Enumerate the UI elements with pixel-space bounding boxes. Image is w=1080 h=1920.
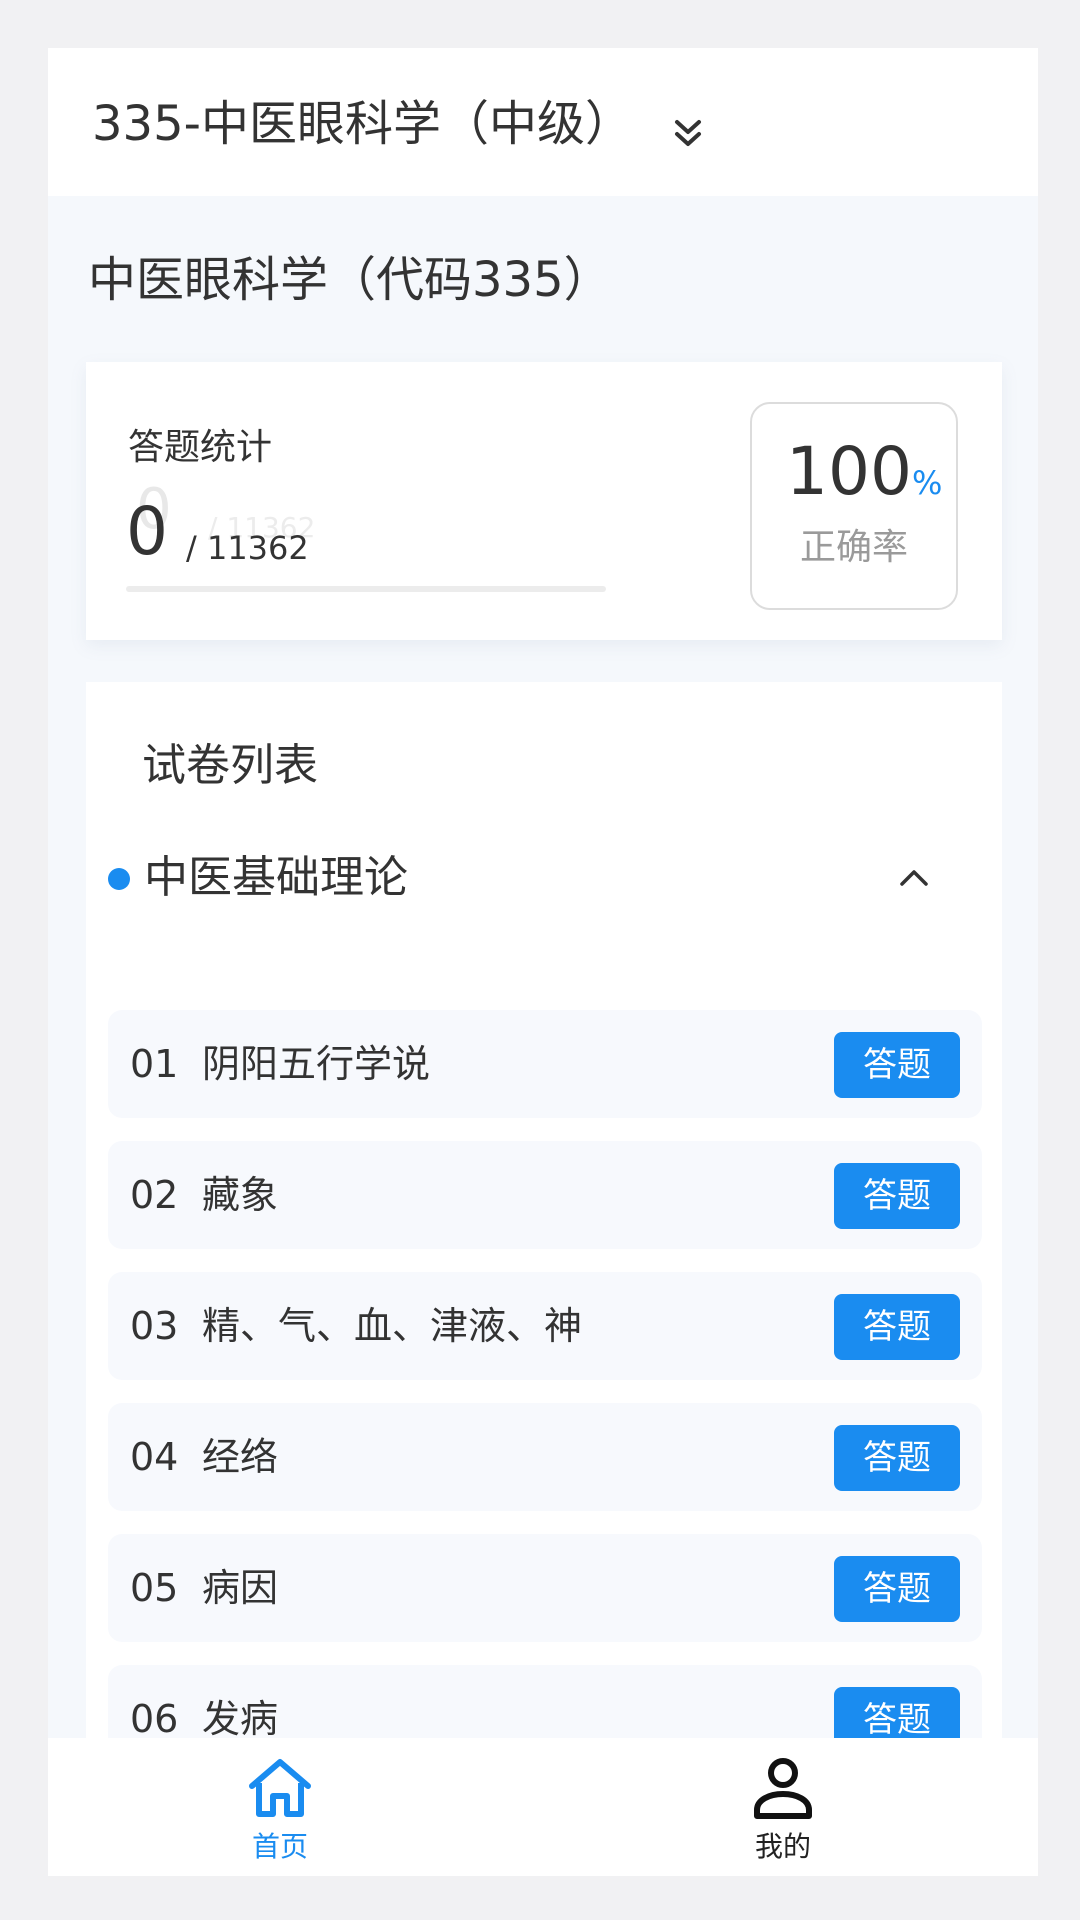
home-icon (249, 1759, 311, 1817)
answer-button[interactable]: 答题 (834, 1032, 960, 1098)
answer-button[interactable]: 答题 (834, 1425, 960, 1491)
paper-list-title: 试卷列表 (142, 740, 318, 791)
answered-count: 0 (126, 493, 168, 570)
subject-title: 中医眼科学（代码335） (88, 252, 612, 308)
progress-bar (126, 586, 606, 592)
answer-button[interactable]: 答题 (834, 1556, 960, 1622)
answer-stats-card: 答题统计 0 / 11362 0 / 11362 100% 正确率 (86, 362, 1002, 640)
section-name[interactable]: 中医基础理论 (144, 848, 408, 908)
accuracy-label: 正确率 (799, 527, 908, 568)
paper-item-name: 精、气、血、津液、神 (202, 1304, 583, 1348)
paper-item[interactable]: 03 精、气、血、津液、神 答题 (108, 1272, 982, 1380)
tab-mine-label: 我的 (754, 1830, 811, 1863)
paper-item-name: 发病 (202, 1697, 279, 1741)
paper-item-name: 阴阳五行学说 (202, 1042, 431, 1086)
paper-item-number: 01 (130, 1042, 179, 1086)
answer-button[interactable]: 答题 (834, 1294, 960, 1360)
accuracy-box: 100% 正确率 (750, 402, 958, 610)
paper-item-number: 04 (130, 1435, 179, 1479)
paper-list-card: 试卷列表 中医基础理论 01 阴阳五行学说 答题 02 藏象 答题 03 精、气… (86, 682, 1002, 1876)
tab-home[interactable]: 首页 (180, 1738, 380, 1876)
paper-item-number: 05 (130, 1566, 179, 1610)
paper-item-name: 病因 (202, 1566, 279, 1610)
exam-selector-bar[interactable]: 335-中医眼科学（中级） (48, 48, 1038, 196)
paper-item[interactable]: 05 病因 答题 (108, 1534, 982, 1642)
paper-item-number: 03 (130, 1304, 179, 1348)
paper-item[interactable]: 01 阴阳五行学说 答题 (108, 1010, 982, 1118)
paper-item[interactable]: 04 经络 答题 (108, 1403, 982, 1511)
answer-button[interactable]: 答题 (834, 1163, 960, 1229)
double-chevron-down-icon[interactable] (673, 116, 703, 152)
tab-mine[interactable]: 我的 (683, 1738, 883, 1876)
paper-item[interactable]: 02 藏象 答题 (108, 1141, 982, 1249)
paper-item-name: 藏象 (202, 1173, 279, 1217)
section-dot-icon (108, 868, 130, 890)
app-screen: 335-中医眼科学（中级） 中医眼科学（代码335） 答题统计 0 / 1136… (48, 48, 1038, 1876)
accuracy-number: 100 (786, 433, 912, 510)
chevron-up-icon[interactable] (896, 862, 932, 892)
paper-item-name: 经络 (202, 1435, 279, 1479)
user-icon (754, 1758, 812, 1819)
accuracy-value: 100% (786, 434, 942, 521)
exam-selector-title[interactable]: 335-中医眼科学（中级） (92, 92, 633, 156)
tab-home-label: 首页 (251, 1830, 308, 1863)
accuracy-unit: % (911, 464, 943, 502)
stats-label: 答题统计 (128, 427, 273, 468)
paper-item-number: 06 (130, 1697, 179, 1741)
paper-item-number: 02 (130, 1173, 179, 1217)
total-count: / 11362 (186, 529, 309, 567)
bottom-tab-bar: 首页 我的 (48, 1738, 1038, 1876)
